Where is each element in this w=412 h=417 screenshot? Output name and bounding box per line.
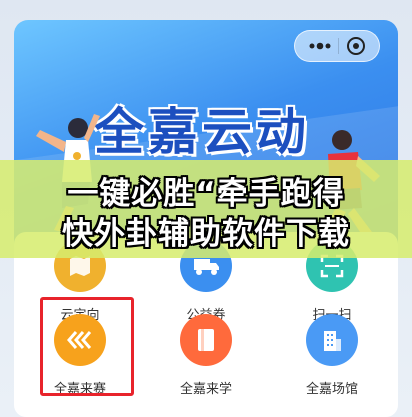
overlay-headline-line-2: 快外卦辅助软件下载 [62,216,350,252]
highlight-box [40,297,134,396]
building-icon [306,314,358,366]
close-circle-icon[interactable] [346,36,366,56]
book-icon [180,314,232,366]
grid-item-quanjia-venues[interactable]: 全嘉场馆 [272,314,392,397]
mini-program-capsule [294,30,380,62]
app-screen: 全嘉云动 云定向 [0,0,412,417]
more-icon[interactable] [309,42,331,50]
banner-title: 全嘉云动 [94,103,310,161]
overlay-headline-line-1: 一键必胜“牵手跑得 [67,176,345,212]
grid-item-label: 全嘉场馆 [305,382,358,397]
capsule-divider [337,38,339,54]
grid-item-label: 全嘉来学 [179,382,232,397]
grid-item-quanjia-learning[interactable]: 全嘉来学 [146,314,266,397]
